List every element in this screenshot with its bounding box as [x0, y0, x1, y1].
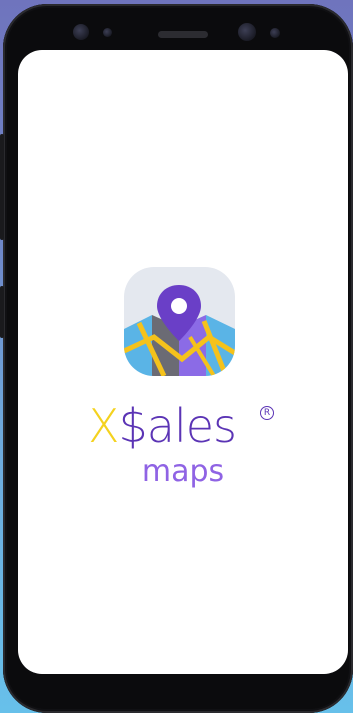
brand-subtitle: maps: [141, 454, 225, 489]
phone-frame: X$ales R maps: [0, 4, 353, 713]
iris-scanner-icon: [238, 23, 256, 41]
front-camera-icon: [73, 24, 89, 40]
registered-mark-icon: R: [260, 406, 274, 420]
map-pin-icon: [124, 285, 235, 376]
brand-wordmark: X$ales: [88, 396, 288, 456]
splash-screen: X$ales R maps: [18, 50, 348, 674]
earpiece-speaker: [158, 31, 208, 38]
sensor-icon: [103, 28, 112, 37]
volume-button: [0, 134, 4, 240]
power-button: [0, 286, 4, 338]
brand-prefix: X: [88, 399, 120, 453]
proximity-sensor-icon: [270, 28, 280, 38]
app-logo: [124, 267, 235, 376]
brand-suffix: $ales: [118, 399, 238, 453]
